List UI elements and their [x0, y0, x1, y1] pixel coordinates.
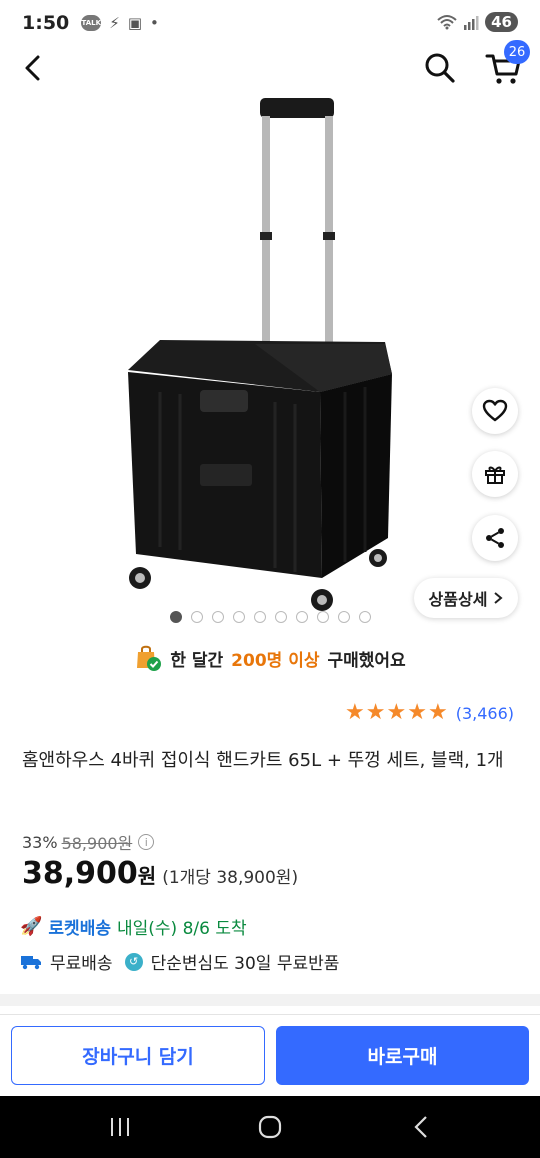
original-price: 58,900원	[61, 834, 133, 853]
carousel-dot[interactable]	[253, 611, 266, 623]
gift-button[interactable]	[472, 451, 518, 497]
rocket-delivery-label: 로켓배송	[48, 919, 111, 939]
carousel-dot[interactable]	[190, 611, 203, 623]
star-icon: ★	[365, 700, 386, 725]
carousel-dot[interactable]	[169, 611, 182, 623]
screenshot-icon: ▣	[127, 14, 142, 32]
shopping-bag-check-icon	[137, 645, 162, 671]
carousel-dot[interactable]	[211, 611, 224, 623]
nav-back-icon[interactable]	[410, 1114, 434, 1140]
bolt-icon: ⚡	[109, 14, 120, 32]
star-icon: ★	[386, 700, 407, 725]
buy-now-button[interactable]: 바로구매	[276, 1026, 529, 1085]
recent-apps-icon[interactable]	[108, 1116, 132, 1138]
carousel-dot[interactable]	[274, 611, 287, 623]
price-discount-row: 33% 58,900원 i	[22, 830, 155, 854]
cart-count-badge: 26	[504, 40, 530, 64]
truck-icon	[21, 955, 41, 969]
purchase-banner-prefix: 한 달간	[170, 650, 224, 671]
sale-price-value: 38,900	[22, 856, 138, 891]
carousel-dot[interactable]	[295, 611, 308, 623]
status-system-icons: 46	[437, 12, 518, 32]
sale-price: 38,900원	[22, 856, 156, 891]
unit-price: (1개당 38,900원)	[162, 868, 299, 888]
battery-indicator: 46	[485, 12, 518, 32]
purchase-banner-suffix: 구매했어요	[327, 650, 406, 671]
star-rating: ★ ★ ★ ★ ★	[345, 702, 448, 724]
gift-icon	[485, 466, 505, 484]
carousel-dot[interactable]	[232, 611, 245, 623]
chevron-right-icon	[494, 592, 503, 604]
star-icon: ★	[345, 700, 365, 725]
free-shipping-label: 무료배송	[50, 954, 113, 974]
kakaotalk-icon: TALK	[81, 15, 102, 31]
back-button[interactable]	[18, 50, 50, 86]
carousel-dot[interactable]	[358, 611, 371, 623]
search-button[interactable]	[422, 50, 458, 86]
section-divider	[0, 994, 540, 1006]
share-button[interactable]	[472, 515, 518, 561]
carousel-dot[interactable]	[337, 611, 350, 623]
rocket-delivery-row: 🚀 로켓배송 내일(수) 8/6 도착	[20, 914, 247, 939]
share-icon	[486, 528, 504, 548]
rating-summary[interactable]: ★ ★ ★ ★ ★ (3,466)	[345, 702, 514, 724]
heart-icon	[482, 399, 508, 422]
status-bar: 1:50 TALK ⚡ ▣ • 46	[0, 0, 540, 46]
star-icon: ★	[427, 700, 448, 725]
product-image[interactable]	[100, 92, 420, 612]
product-detail-label: 상품상세	[428, 590, 488, 609]
wishlist-button[interactable]	[472, 388, 518, 434]
search-icon	[425, 53, 455, 83]
status-notification-icons: TALK ⚡ ▣ •	[81, 14, 159, 32]
bottom-action-bar: 장바구니 담기 바로구매	[0, 1014, 540, 1096]
top-app-bar: 26	[0, 40, 540, 92]
wifi-icon	[437, 15, 457, 30]
free-return-label: 단순변심도 30일 무료반품	[150, 954, 340, 974]
system-navigation-bar	[0, 1096, 540, 1158]
product-title: 홈앤하우스 4바퀴 접이식 핸드카트 65L + 뚜껑 세트, 블랙, 1개	[22, 750, 504, 771]
rocket-delivery-eta: 내일(수) 8/6 도착	[116, 919, 247, 939]
sale-price-row: 38,900원 (1개당 38,900원)	[22, 856, 298, 891]
more-dot-icon: •	[150, 14, 159, 32]
add-to-cart-button[interactable]: 장바구니 담기	[11, 1026, 265, 1085]
rocket-icon: 🚀	[20, 916, 43, 937]
purchase-count-banner: 한 달간 200명 이상 구매했어요	[0, 640, 540, 676]
carousel-indicator	[0, 611, 540, 623]
star-icon: ★	[407, 700, 427, 725]
chevron-left-icon	[25, 55, 40, 81]
home-icon[interactable]	[258, 1114, 282, 1140]
info-icon[interactable]: i	[138, 834, 155, 850]
status-time: 1:50	[22, 12, 70, 34]
discount-rate: 33%	[22, 832, 58, 852]
sale-price-currency: 원	[137, 864, 157, 888]
carousel-dot[interactable]	[316, 611, 329, 623]
purchase-banner-highlight: 200명 이상	[231, 650, 320, 671]
return-icon: ↺	[124, 952, 143, 971]
signal-icon	[464, 16, 479, 30]
review-count[interactable]: (3,466)	[456, 704, 514, 723]
shipping-info-row: 무료배송 ↺ 단순변심도 30일 무료반품	[20, 949, 339, 974]
